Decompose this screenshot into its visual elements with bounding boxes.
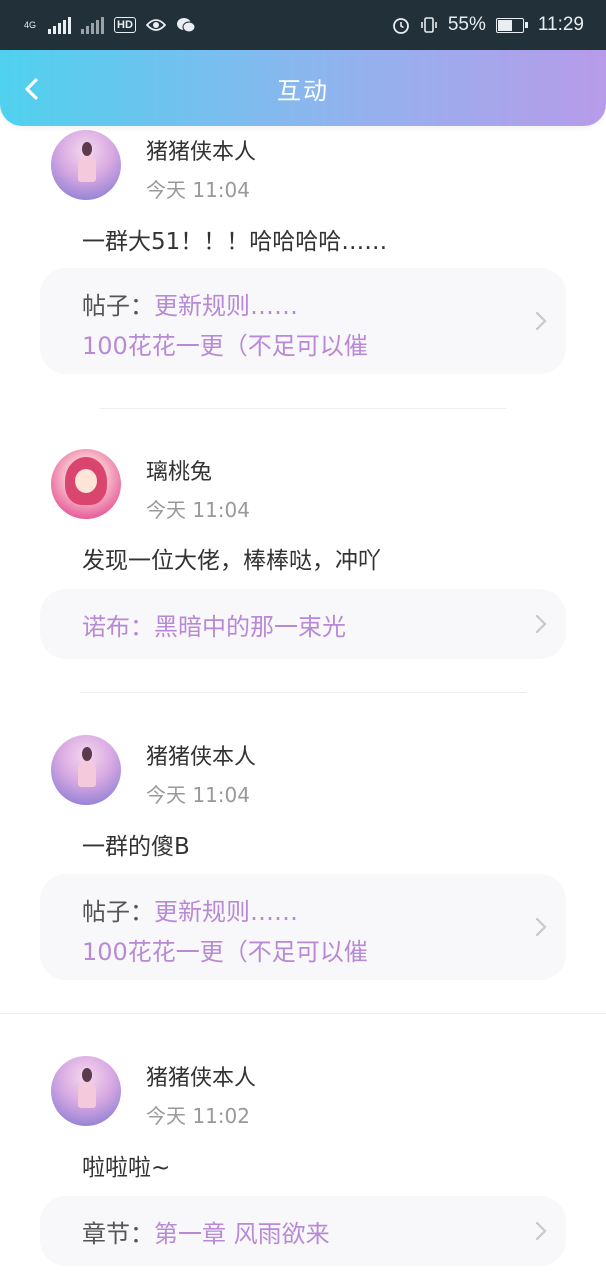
ref-type-label: 章节：: [82, 1220, 154, 1248]
comment-text: 发现一位大佬，棒棒哒，冲吖: [82, 548, 381, 574]
status-time: 11:29: [537, 14, 584, 35]
ref-subtitle: 100花花一更（不足可以催: [82, 332, 368, 360]
referenced-post-card[interactable]: 章节：第一章 风雨欲来: [40, 1196, 566, 1266]
avatar[interactable]: [51, 449, 121, 519]
ref-title: 更新规则……: [154, 292, 298, 320]
timestamp: 今天 11:04: [146, 498, 250, 522]
chevron-right-icon: [535, 614, 547, 634]
nav-header: 互动: [0, 50, 606, 126]
username[interactable]: 猪猪侠本人: [146, 134, 256, 166]
avatar[interactable]: [51, 130, 121, 200]
chevron-right-icon: [535, 1221, 547, 1241]
ref-type-label: 帖子：: [82, 292, 154, 320]
avatar[interactable]: [51, 735, 121, 805]
comment-text: 一群大51！！！哈哈哈哈……: [82, 229, 388, 255]
timestamp: 今天 11:02: [146, 1104, 250, 1128]
battery-percent: 55%: [447, 14, 486, 35]
back-icon[interactable]: [18, 72, 48, 106]
ref-subtitle: 100花花一更（不足可以催: [82, 938, 368, 966]
status-left: 4G HD: [24, 16, 196, 34]
status-right: 55% 11:29: [392, 14, 584, 36]
page-title: 互动: [277, 76, 329, 105]
referenced-post-card[interactable]: 帖子：更新规则…… 100花花一更（不足可以催: [40, 874, 566, 980]
timestamp: 今天 11:04: [146, 783, 250, 807]
ref-type-label: 帖子：: [82, 898, 154, 926]
divider: [80, 692, 526, 693]
divider: [0, 1013, 606, 1014]
chevron-right-icon: [535, 311, 547, 331]
username[interactable]: 猪猪侠本人: [146, 739, 256, 771]
referenced-post-card[interactable]: 帖子：更新规则…… 100花花一更（不足可以催: [40, 268, 566, 374]
divider: [100, 408, 506, 409]
comment-text: 一群的傻B: [82, 834, 190, 860]
signal-icon: [48, 16, 72, 34]
ref-title: 更新规则……: [154, 898, 298, 926]
vibrate-icon: [421, 17, 437, 33]
avatar[interactable]: [51, 1056, 121, 1126]
wechat-icon: [176, 18, 196, 33]
ref-title: 第一章 风雨欲来: [154, 1220, 330, 1248]
timestamp: 今天 11:04: [146, 178, 250, 202]
status-bar: 4G HD 55% 11:29: [0, 0, 606, 50]
username[interactable]: 猪猪侠本人: [146, 1060, 256, 1092]
comment-text: 啦啦啦~: [82, 1155, 171, 1181]
username[interactable]: 璃桃兔: [146, 454, 212, 486]
eye-icon: [145, 19, 166, 31]
ref-type-label: 诺布：: [82, 613, 154, 641]
chevron-right-icon: [535, 917, 547, 937]
hd-icon: HD: [114, 17, 136, 33]
referenced-post-card[interactable]: 诺布：黑暗中的那一束光: [40, 589, 566, 659]
network-type: 4G: [24, 19, 37, 30]
alarm-icon: [392, 18, 409, 34]
battery-icon: [495, 17, 528, 33]
signal-icon-2: [81, 16, 105, 34]
ref-title: 黑暗中的那一束光: [154, 613, 346, 641]
